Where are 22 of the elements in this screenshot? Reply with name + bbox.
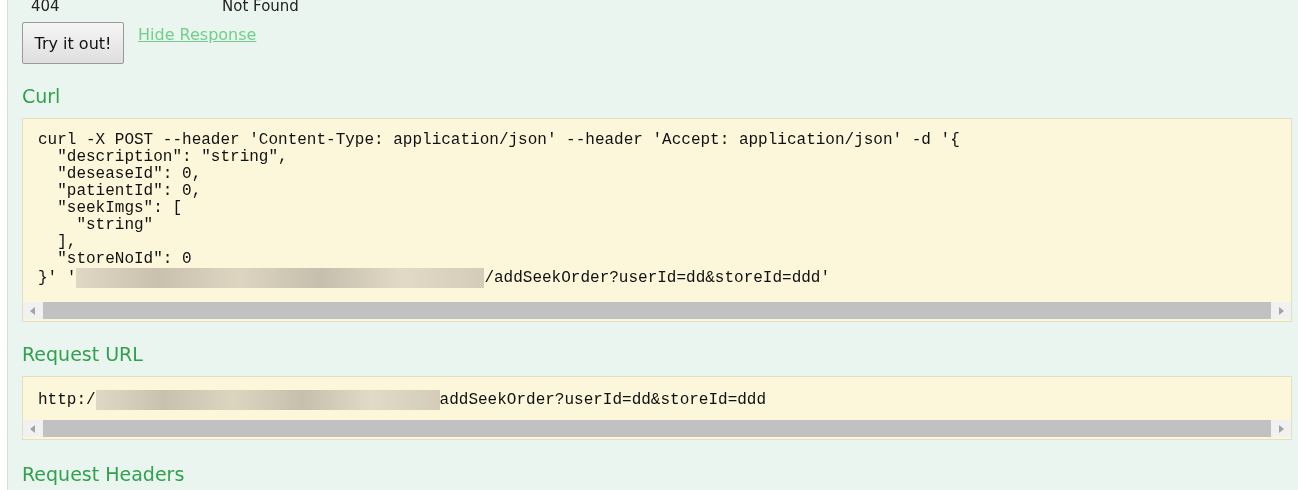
code-line: curl -X POST --header 'Content-Type: application/json' --header 'Accept: application/json' -d '{ xyxy=(38,132,961,149)
code-line: addSeekOrder?userId=dd&storeId=ddd xyxy=(439,391,767,409)
code-line: }' ' xyxy=(38,269,77,287)
scroll-right-icon[interactable] xyxy=(1277,305,1285,316)
code-line: "description": "string", xyxy=(56,149,289,166)
scroll-left-icon[interactable] xyxy=(29,305,37,316)
code-line: /addSeekOrder?userId=dd&storeId=ddd' xyxy=(484,269,831,287)
code-line: "string" xyxy=(75,217,155,234)
status-text: Not Found xyxy=(222,0,299,12)
code-line: http:/ xyxy=(38,391,96,409)
section-heading: Request URL xyxy=(22,342,144,366)
code-line: "storeNoId": 0 xyxy=(56,251,193,268)
code-line: ], xyxy=(56,234,78,251)
code-line: "seekImgs": [ xyxy=(56,200,184,217)
code-line: "deseaseId": 0, xyxy=(56,166,203,183)
scroll-right-icon[interactable] xyxy=(1277,423,1285,434)
status-code: 404 xyxy=(31,0,61,12)
code-line: "patientId": 0, xyxy=(56,183,203,200)
section-heading: Curl xyxy=(22,84,62,108)
section-heading: Request Headers xyxy=(22,462,186,486)
scroll-left-icon[interactable] xyxy=(29,423,37,434)
try-it-out-button[interactable]: Try it out! xyxy=(22,22,124,64)
